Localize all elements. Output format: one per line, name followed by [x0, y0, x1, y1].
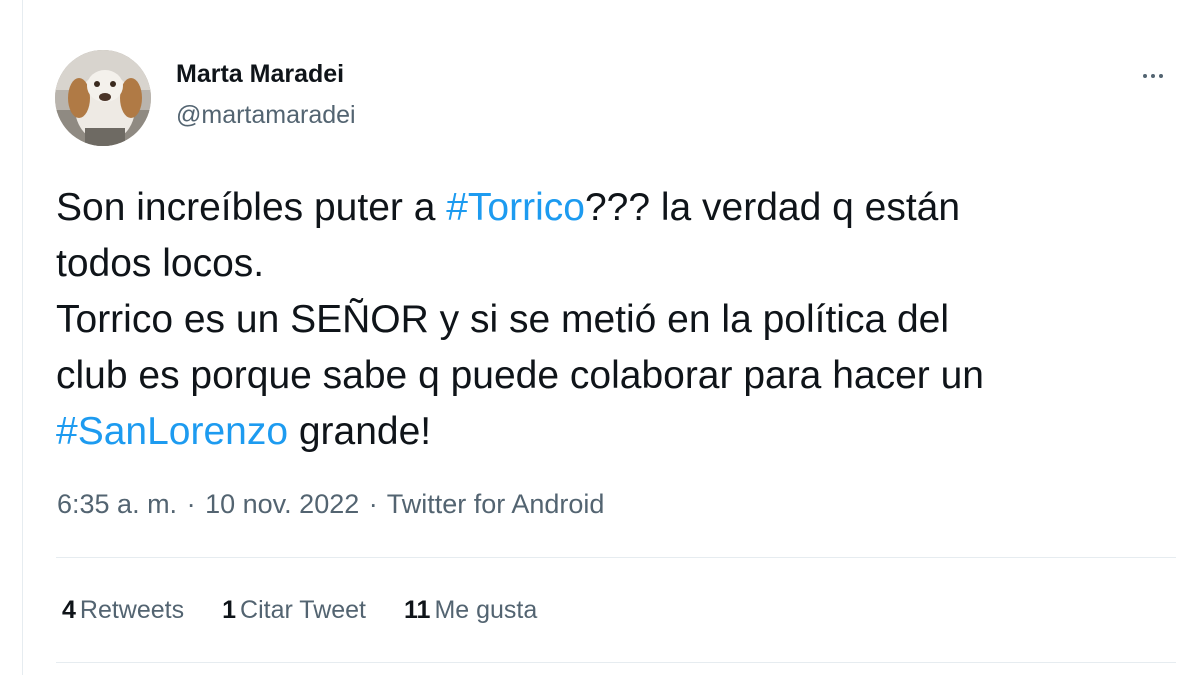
quote-tweets-stat[interactable]: 1 Citar Tweet [222, 596, 366, 625]
more-options-button[interactable] [1130, 58, 1176, 94]
tweet-line: club es porque sabe q puede colaborar pa… [56, 348, 1176, 404]
dog-photo-avatar-icon [55, 50, 151, 146]
tweet-text-segment: ??? la verdad q están [584, 186, 961, 229]
retweets-stat[interactable]: 4 Retweets [62, 596, 184, 625]
author-handle[interactable]: @martamaradei [176, 101, 356, 130]
author-name[interactable]: Marta Maradei [176, 60, 344, 89]
tweet-line: #SanLorenzo grande! [56, 404, 1176, 460]
tweet-text: Son increíbles puter a #Torrico??? la ve… [56, 180, 1176, 460]
tweet-text-segment: Torrico es un SEÑOR y si se metió en la … [56, 298, 950, 341]
tweet-text-segment: todos locos. [56, 242, 265, 285]
divider [56, 557, 1176, 558]
tweet-text-segment: grande! [288, 410, 432, 453]
likes-count: 11 [404, 596, 431, 624]
likes-label: Me gusta [434, 596, 538, 624]
tweet-line: Son increíbles puter a #Torrico??? la ve… [56, 180, 1176, 236]
tweet-time[interactable]: 6:35 a. m. [57, 489, 177, 519]
quote-tweets-label: Citar Tweet [240, 596, 367, 624]
divider [56, 662, 1176, 663]
tweet-card: Marta Maradei @martamaradei Son increíbl… [0, 0, 1200, 675]
retweets-count: 4 [62, 596, 76, 624]
hashtag-link-torrico[interactable]: #Torrico [446, 186, 585, 229]
more-horizontal-icon [1141, 74, 1165, 78]
quote-tweets-count: 1 [222, 596, 237, 624]
tweet-source-link[interactable]: Twitter for Android [387, 489, 605, 519]
tweet-metadata: 6:35 a. m. · 10 nov. 2022 · Twitter for … [57, 489, 604, 520]
retweets-label: Retweets [79, 596, 185, 624]
tweet-line: todos locos. [56, 236, 1176, 292]
tweet-line: Torrico es un SEÑOR y si se metió en la … [56, 292, 1176, 348]
tweet-text-segment: Son increíbles puter a [56, 186, 447, 229]
hashtag-link-sanlorenzo[interactable]: #SanLorenzo [56, 410, 288, 453]
meta-separator: · [186, 489, 196, 519]
tweet-text-segment: club es porque sabe q puede colaborar pa… [56, 354, 984, 397]
meta-separator: · [368, 489, 378, 519]
avatar[interactable] [55, 50, 151, 146]
engagement-stats: 4 Retweets 1 Citar Tweet 11 Me gusta [62, 596, 575, 625]
likes-stat[interactable]: 11 Me gusta [404, 596, 537, 625]
tweet-date[interactable]: 10 nov. 2022 [205, 489, 359, 519]
